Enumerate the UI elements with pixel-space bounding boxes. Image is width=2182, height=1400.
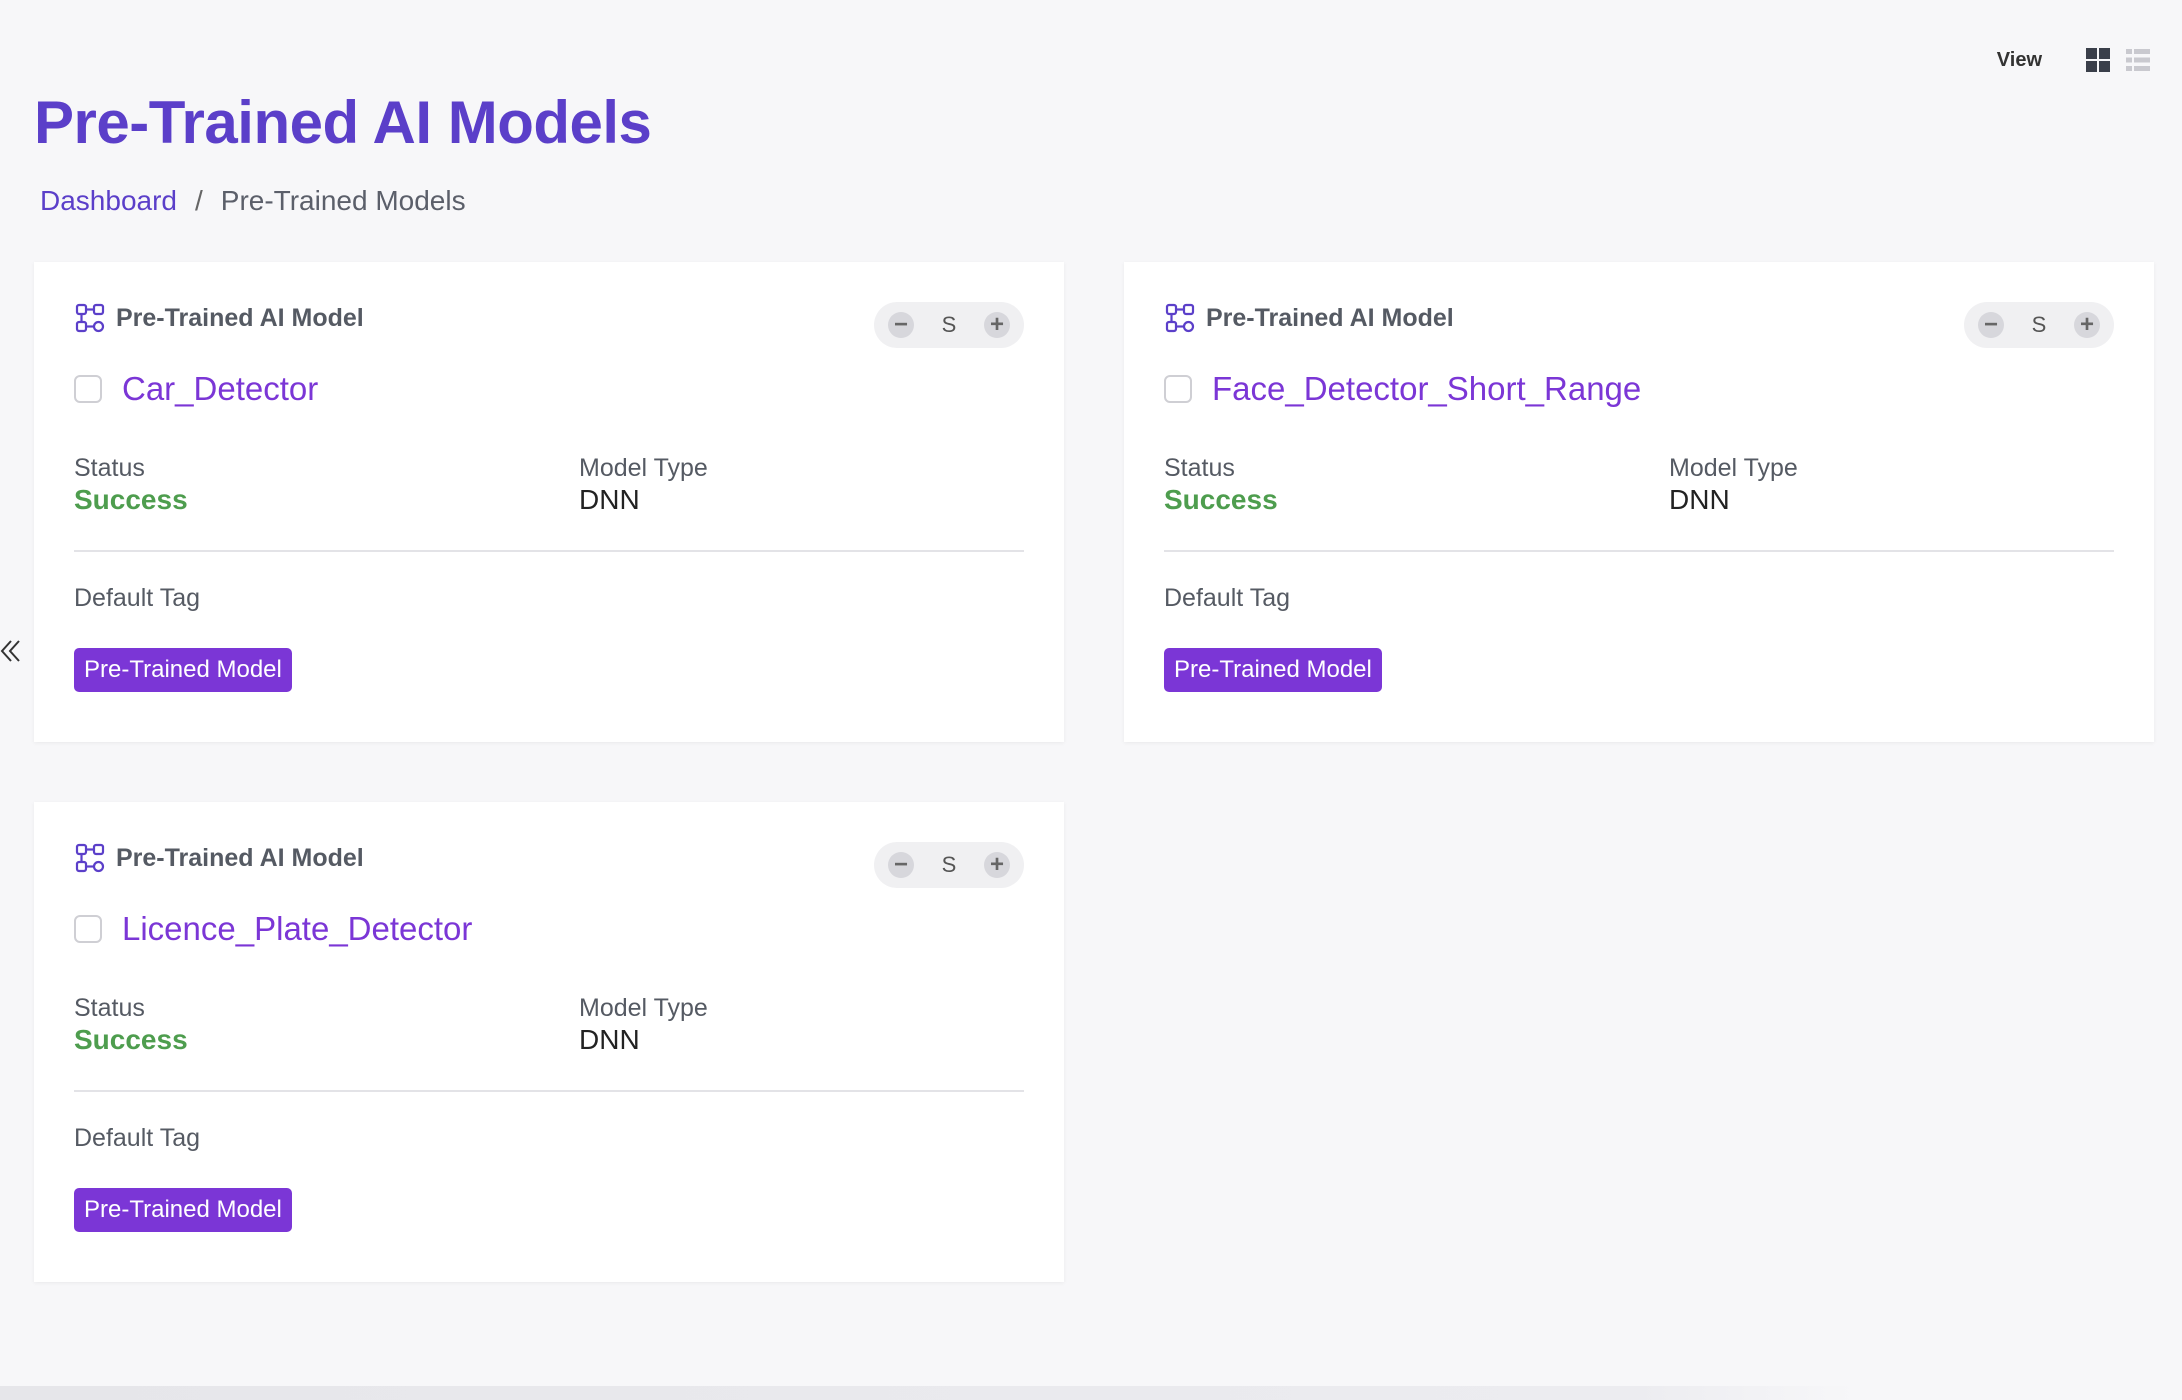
page-title: Pre-Trained AI Models bbox=[34, 89, 652, 156]
tag-badge: Pre-Trained Model bbox=[74, 1188, 292, 1232]
model-card: Pre-Trained AI Model − S + Face_Detector… bbox=[1124, 262, 2154, 742]
select-checkbox[interactable] bbox=[74, 915, 102, 943]
default-tag-label: Default Tag bbox=[74, 1124, 201, 1152]
model-nodes-icon bbox=[75, 843, 105, 873]
card-size-control: − S + bbox=[874, 302, 1024, 348]
select-checkbox[interactable] bbox=[1164, 375, 1192, 403]
model-nodes-icon bbox=[1165, 303, 1195, 333]
size-decrease-button[interactable]: − bbox=[1978, 312, 2004, 338]
status-value: Success bbox=[1164, 484, 1278, 515]
tag-badge: Pre-Trained Model bbox=[1164, 648, 1382, 692]
card-size-control: − S + bbox=[1964, 302, 2114, 348]
size-decrease-button[interactable]: − bbox=[888, 312, 914, 338]
model-type-label: Model Type bbox=[1669, 454, 1798, 482]
model-nodes-icon bbox=[75, 303, 105, 333]
card-name-row: Car_Detector bbox=[74, 370, 318, 408]
model-name-link[interactable]: Car_Detector bbox=[122, 370, 318, 408]
model-name-link[interactable]: Licence_Plate_Detector bbox=[122, 910, 472, 948]
breadcrumb-separator: / bbox=[194, 185, 203, 216]
card-divider bbox=[74, 550, 1024, 552]
size-decrease-button[interactable]: − bbox=[888, 852, 914, 878]
grid-view-icon[interactable] bbox=[2084, 46, 2112, 74]
status-label: Status bbox=[1164, 454, 1235, 482]
size-label: S bbox=[941, 852, 957, 877]
card-header-label: Pre-Trained AI Model bbox=[116, 843, 364, 872]
size-label: S bbox=[2031, 312, 2047, 337]
default-tag-label: Default Tag bbox=[1164, 584, 1291, 612]
card-header-label: Pre-Trained AI Model bbox=[1206, 303, 1454, 332]
status-value: Success bbox=[74, 484, 188, 515]
card-divider bbox=[74, 1090, 1024, 1092]
model-type-label: Model Type bbox=[579, 454, 708, 482]
select-checkbox[interactable] bbox=[74, 375, 102, 403]
breadcrumb-dashboard-link[interactable]: Dashboard bbox=[40, 185, 177, 217]
model-type-value: DNN bbox=[579, 484, 640, 515]
double-chevron-left-icon[interactable] bbox=[0, 634, 22, 668]
view-switcher: View bbox=[1997, 46, 2152, 74]
card-header: Pre-Trained AI Model bbox=[74, 302, 364, 334]
status-label: Status bbox=[74, 454, 145, 482]
size-increase-button[interactable]: + bbox=[2074, 312, 2100, 338]
status-value: Success bbox=[74, 1024, 188, 1055]
size-increase-button[interactable]: + bbox=[984, 312, 1010, 338]
list-view-icon[interactable] bbox=[2124, 46, 2152, 74]
card-name-row: Face_Detector_Short_Range bbox=[1164, 370, 1641, 408]
card-header-label: Pre-Trained AI Model bbox=[116, 303, 364, 332]
breadcrumb: Dashboard / Pre-Trained Models bbox=[40, 185, 466, 217]
default-tag-label: Default Tag bbox=[74, 584, 201, 612]
card-header: Pre-Trained AI Model bbox=[1164, 302, 1454, 334]
size-label: S bbox=[941, 312, 957, 337]
status-label: Status bbox=[74, 994, 145, 1022]
horizontal-scrollbar[interactable] bbox=[0, 1386, 2182, 1400]
model-type-value: DNN bbox=[1669, 484, 1730, 515]
model-card: Pre-Trained AI Model − S + Car_Detector … bbox=[34, 262, 1064, 742]
size-increase-button[interactable]: + bbox=[984, 852, 1010, 878]
card-header: Pre-Trained AI Model bbox=[74, 842, 364, 874]
breadcrumb-current: Pre-Trained Models bbox=[220, 185, 466, 216]
model-type-value: DNN bbox=[579, 1024, 640, 1055]
view-label: View bbox=[1996, 48, 2042, 71]
model-type-label: Model Type bbox=[579, 994, 708, 1022]
tag-badge: Pre-Trained Model bbox=[74, 648, 292, 692]
card-name-row: Licence_Plate_Detector bbox=[74, 910, 472, 948]
model-name-link[interactable]: Face_Detector_Short_Range bbox=[1212, 370, 1641, 408]
card-divider bbox=[1164, 550, 2114, 552]
card-size-control: − S + bbox=[874, 842, 1024, 888]
model-card: Pre-Trained AI Model − S + Licence_Plate… bbox=[34, 802, 1064, 1282]
